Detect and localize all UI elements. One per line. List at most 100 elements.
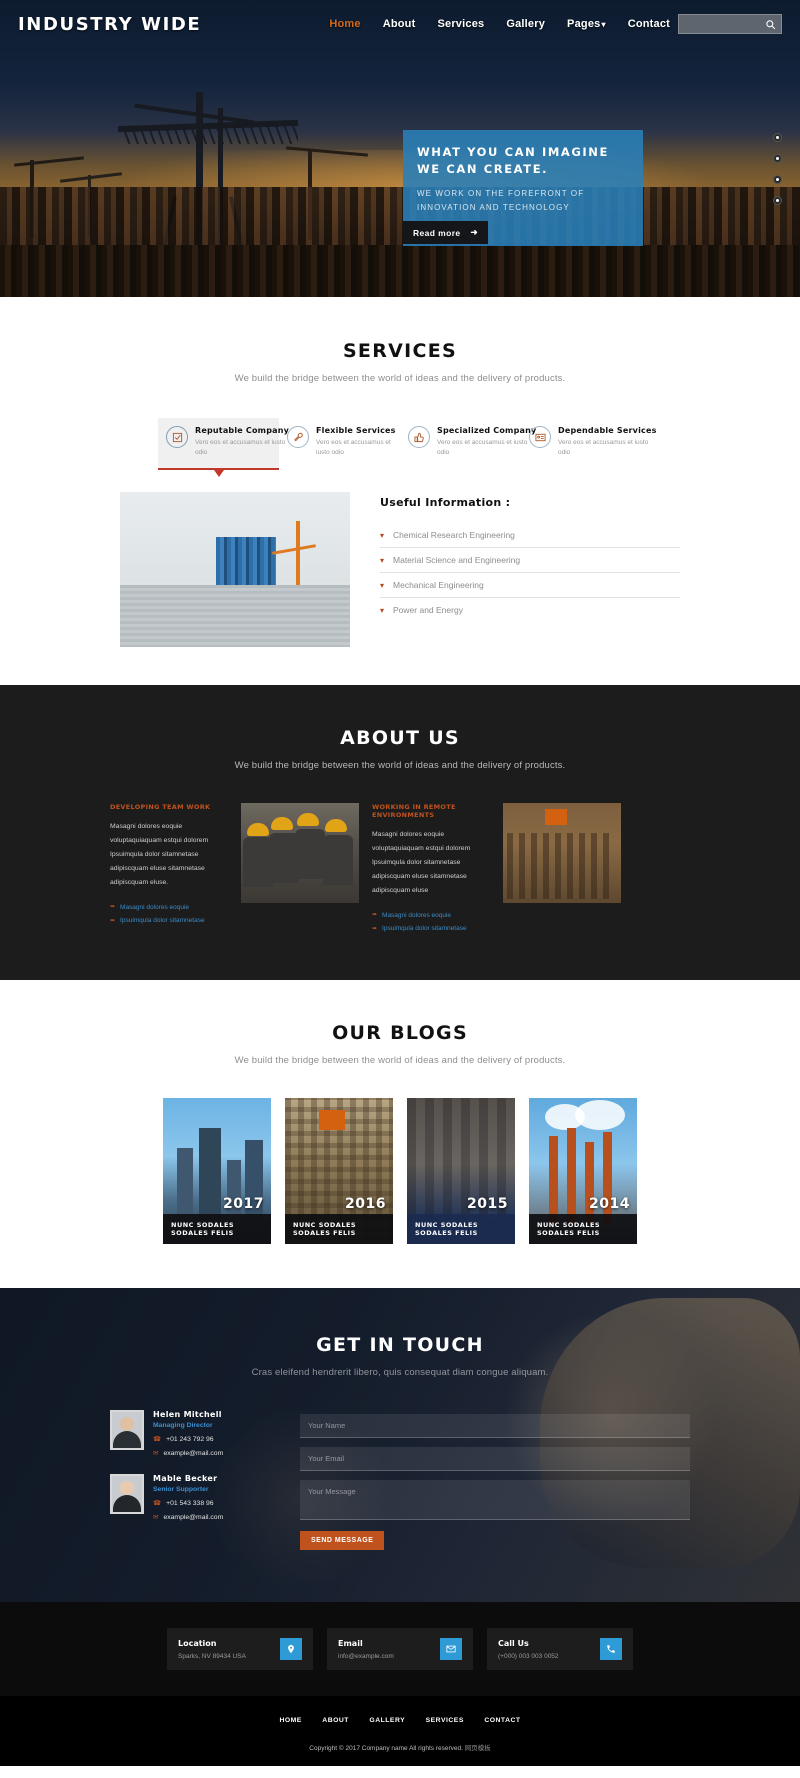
about-bullet[interactable]: ➠ Ipsuimqula dolor sitamnetase [110,914,228,928]
phone-icon: ☎ [153,1500,162,1508]
accordion-label: Material Science and Engineering [393,555,521,566]
useful-information-panel: Useful Information : ▾ Chemical Research… [380,492,680,622]
person-name: Mable Becker [153,1474,218,1484]
tab-desc: Vero eos et accusamus et iusto odio [195,439,286,457]
check-square-icon [166,426,188,448]
nav-item-about[interactable]: About [383,18,416,30]
blog-label: NUNC SODALES SODALES FELIS [163,1214,271,1245]
person-email[interactable]: ✉ example@mail.com [153,1449,223,1458]
arrow-right-icon: ➜ [470,227,479,237]
name-field[interactable] [300,1414,690,1439]
services-section: SERVICES We build the bridge between the… [0,297,800,686]
accordion-item[interactable]: ▾ Mechanical Engineering [380,573,680,599]
accordion-item[interactable]: ▾ Chemical Research Engineering [380,523,680,549]
about-bullet[interactable]: ➠ Ipsuimqula dolor sitamnetase [372,922,490,936]
helmet-icon [247,823,269,837]
person-role: Senior Supporter [153,1486,209,1494]
accordion-label: Chemical Research Engineering [393,530,515,541]
footer-link-about[interactable]: ABOUT [322,1717,349,1724]
send-message-button[interactable]: SEND MESSAGE [300,1531,385,1551]
footer-card-email: Email info@example.com [327,1628,473,1671]
footer-card-value: Sparks, NV 89434 USA [178,1652,246,1660]
wrench-icon [287,426,309,448]
contact-body: Helen Mitchell Managing Director ☎ +01 24… [0,1410,800,1551]
about-bullet[interactable]: ➠ Masagni dolores eoquie [372,909,490,923]
phone-icon[interactable] [600,1638,622,1661]
nav-label: Services [437,18,485,30]
id-card-icon [529,426,551,448]
person-phone[interactable]: ☎ +01 543 338 96 [153,1499,223,1508]
hero-dot-3[interactable] [773,175,782,184]
tab-title: Reputable Company [195,426,290,435]
search-icon[interactable] [763,17,778,32]
footer-link-contact[interactable]: CONTACT [484,1717,520,1724]
building-shape [177,1148,193,1221]
page-root: INDUSTRY WIDE Home About Services Galler… [0,0,800,1767]
blog-card[interactable]: 2016 NUNC SODALES SODALES FELIS [285,1098,393,1245]
nav-item-pages[interactable]: Pages▾ [567,18,606,30]
footer-link-services[interactable]: SERVICES [426,1717,464,1724]
hero-dot-2[interactable] [773,154,782,163]
tab-dependable-services[interactable]: Dependable Services Vero eos et accusamu… [521,418,656,470]
blog-card[interactable]: 2014 NUNC SODALES SODALES FELIS [529,1098,637,1245]
person-role: Managing Director [153,1422,213,1430]
nav-item-contact[interactable]: Contact [628,18,670,30]
copyright-bar: Copyright © 2017 Company name All rights… [0,1734,800,1767]
person-email[interactable]: ✉ example@mail.com [153,1513,223,1522]
tab-flexible-services[interactable]: Flexible Services Vero eos et accusamus … [279,418,400,470]
hero-dot-4[interactable] [773,196,782,205]
accordion-item[interactable]: ▾ Power and Energy [380,598,680,622]
accordion-item[interactable]: ▾ Material Science and Engineering [380,548,680,574]
blog-card[interactable]: 2015 NUNC SODALES SODALES FELIS [407,1098,515,1245]
about-subtitle: We build the bridge between the world of… [234,760,566,772]
image-crane-mast [296,521,300,586]
footer-card-call: Call Us (+000) 003 003 0052 [487,1628,633,1671]
nav-item-services[interactable]: Services [437,18,484,30]
about-image-site [503,803,621,904]
contact-people: Helen Mitchell Managing Director ☎ +01 24… [110,1410,270,1550]
map-pin-icon[interactable] [280,1638,302,1661]
smokestack [567,1128,576,1225]
footer-nav: HOME ABOUT GALLERY SERVICES CONTACT [0,1696,800,1735]
nav-label: Home [329,18,361,30]
accordion-label: Mechanical Engineering [393,580,484,591]
blog-label: NUNC SODALES SODALES FELIS [285,1214,393,1245]
hero-dot-1[interactable] [773,133,782,142]
crane-lattice [122,126,298,144]
site-structure [319,1110,345,1131]
useful-information-heading: Useful Information : [380,496,511,510]
site-logo[interactable]: INDUSTRY WIDE [18,14,201,35]
contact-subtitle: Cras eleifend hendrerit libero, quis con… [251,1367,549,1379]
search-box[interactable] [678,14,782,34]
building-shape [199,1128,221,1221]
blog-year: 2014 [589,1196,630,1213]
about-bullets: ➠ Masagni dolores eoquie ➠ Ipsuimqula dolo… [110,901,228,928]
arrow-right-icon: ➠ [110,917,116,924]
read-more-button[interactable]: Read more ➜ [403,221,489,244]
nav-item-gallery[interactable]: Gallery [506,18,545,30]
services-panel: Useful Information : ▾ Chemical Research… [0,492,800,648]
hero-subline: WE WORK ON THE FOREFRONT OF INNOVATION A… [417,189,585,212]
helmet-icon [325,819,347,833]
bullet-label: Ipsuimqula dolor sitamnetase [120,917,205,925]
email-field[interactable] [300,1447,690,1472]
blog-year: 2016 [345,1196,386,1213]
nav-item-home[interactable]: Home [329,18,360,30]
envelope-icon[interactable] [440,1638,462,1661]
hero-banner: INDUSTRY WIDE Home About Services Galler… [0,0,800,297]
nav-label: About [382,18,416,30]
site-structure [545,809,567,826]
blogs-section: OUR BLOGS We build the bridge between th… [0,980,800,1289]
tab-specialized-company[interactable]: Specialized Company Vero eos et accusamu… [400,418,536,470]
services-title: SERVICES [342,340,458,362]
blog-card[interactable]: 2017 NUNC SODALES SODALES FELIS [163,1098,271,1245]
about-bullet[interactable]: ➠ Masagni dolores eoquie [110,901,228,915]
footer-link-gallery[interactable]: GALLERY [369,1717,405,1724]
footer-link-home[interactable]: HOME [279,1717,301,1724]
message-field[interactable] [300,1480,690,1521]
contact-form: SEND MESSAGE [300,1410,690,1551]
footer-card-title: Email [338,1638,363,1648]
about-heading: DEVELOPING TEAM WORK [110,803,211,812]
tab-reputable-company[interactable]: Reputable Company Vero eos et accusamus … [158,418,289,478]
person-phone[interactable]: ☎ +01 243 792 96 [153,1435,223,1444]
